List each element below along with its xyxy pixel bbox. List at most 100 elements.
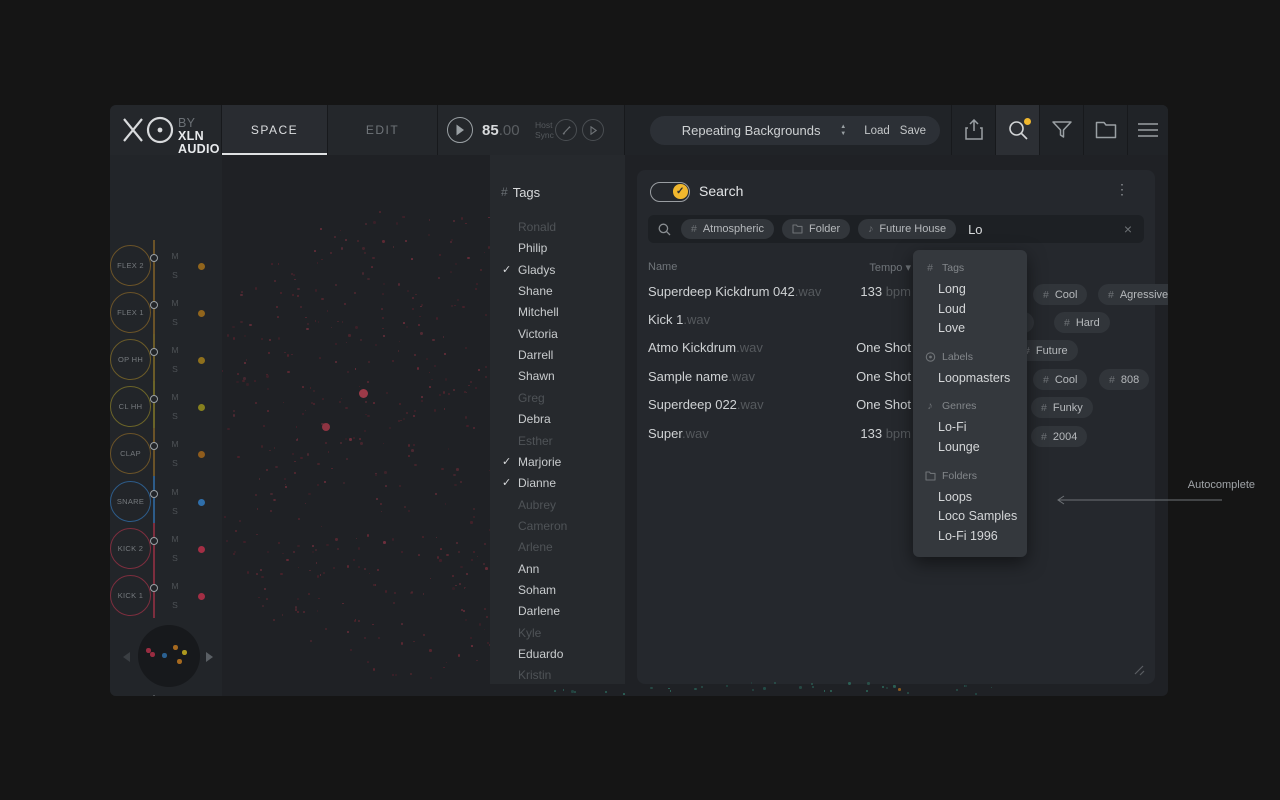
channel-fader-knob[interactable] [150, 537, 158, 545]
tap-tempo-button[interactable] [555, 119, 577, 141]
mute-button[interactable]: M [170, 392, 180, 402]
clear-search-button[interactable]: × [1124, 221, 1132, 237]
autocomplete-item-lo-fi-1996[interactable]: Lo-Fi 1996 [913, 527, 1027, 547]
result-row[interactable]: Super.wav133 bpm#2004 [637, 426, 1155, 447]
mute-button[interactable]: M [170, 251, 180, 261]
browser-button[interactable] [1084, 105, 1128, 155]
autocomplete-item-loud[interactable]: Loud [913, 300, 1027, 320]
result-tag-chip-cool[interactable]: #Cool [1033, 284, 1087, 305]
channel-fader-track[interactable] [153, 476, 155, 524]
result-row[interactable]: Superdeep Kickdrum 042.wav133 bpm#Cool#A… [637, 284, 1155, 305]
tag-list-item-mitchell[interactable]: Mitchell [490, 302, 625, 323]
mute-button[interactable]: M [170, 534, 180, 544]
tag-list-item-shane[interactable]: Shane [490, 281, 625, 302]
tab-edit[interactable]: EDIT [328, 105, 438, 155]
channel-fader-track[interactable] [153, 287, 155, 335]
autocomplete-item-lo-fi[interactable]: Lo-Fi [913, 418, 1027, 438]
channel-fader-knob[interactable] [150, 490, 158, 498]
out-fader-track[interactable] [153, 695, 155, 696]
minimap-next-arrow[interactable] [206, 652, 213, 662]
tag-list-item-eduardo[interactable]: Eduardo [490, 644, 625, 665]
tag-list-item-dianne[interactable]: ✓Dianne [490, 473, 625, 494]
filter-button[interactable] [1040, 105, 1084, 155]
solo-button[interactable]: S [170, 458, 180, 468]
tag-list-item-debra[interactable]: Debra [490, 409, 625, 430]
tag-list-item-ronald[interactable]: Ronald [490, 217, 625, 238]
channel-fader-knob[interactable] [150, 254, 158, 262]
tag-list-item-darrell[interactable]: Darrell [490, 345, 625, 366]
tag-list-item-shawn[interactable]: Shawn [490, 366, 625, 387]
host-sync-toggle[interactable]: HostSync [535, 120, 554, 140]
solo-button[interactable]: S [170, 506, 180, 516]
channel-fader-knob[interactable] [150, 584, 158, 592]
solo-button[interactable]: S [170, 364, 180, 374]
result-row[interactable]: Kick 1.wav#Swag#Hard [637, 312, 1155, 333]
tag-list-item-ann[interactable]: Ann [490, 559, 625, 580]
spinner-down-icon[interactable]: ▼ [840, 131, 846, 138]
autocomplete-item-lounge[interactable]: Lounge [913, 438, 1027, 458]
solo-button[interactable]: S [170, 317, 180, 327]
result-tag-chip-2004[interactable]: #2004 [1031, 426, 1087, 447]
autocomplete-item-long[interactable]: Long [913, 280, 1027, 300]
filter-chip-atmospheric[interactable]: #Atmospheric [681, 219, 774, 239]
autocomplete-item-loco-samples[interactable]: Loco Samples [913, 507, 1027, 527]
channel-fader-knob[interactable] [150, 348, 158, 356]
load-button[interactable]: Load [864, 125, 890, 137]
selected-sample-dot[interactable] [359, 389, 368, 398]
mute-button[interactable]: M [170, 581, 180, 591]
column-header-tempo[interactable]: Tempo ▾ [811, 261, 911, 274]
preset-spinner[interactable]: ▲ ▼ [840, 124, 846, 138]
result-tag-chip-agressive[interactable]: #Agressive [1098, 284, 1168, 305]
tag-list-item-gladys[interactable]: ✓Gladys [490, 260, 625, 281]
mute-button[interactable]: M [170, 298, 180, 308]
search-input[interactable]: #AtmosphericFolder♪Future House Lo × [648, 215, 1144, 243]
solo-button[interactable]: S [170, 600, 180, 610]
preset-selector[interactable]: Repeating Backgrounds ▲ ▼ Load Save [650, 116, 940, 145]
tag-list-item-greg[interactable]: Greg [490, 388, 625, 409]
result-tag-chip-808[interactable]: #808 [1099, 369, 1149, 390]
save-button[interactable]: Save [900, 125, 926, 137]
result-tag-chip-funky[interactable]: #Funky [1031, 397, 1093, 418]
filter-chip-future-house[interactable]: ♪Future House [858, 219, 956, 239]
channel-fader-knob[interactable] [150, 301, 158, 309]
panel-menu-button[interactable]: ⋮ [1115, 181, 1129, 198]
menu-button[interactable] [1128, 105, 1168, 155]
preview-play-button[interactable] [582, 119, 604, 141]
tag-list-item-esther[interactable]: Esther [490, 431, 625, 452]
selected-sample-dot[interactable] [322, 423, 330, 431]
tag-list-item-philip[interactable]: Philip [490, 238, 625, 259]
result-tag-chip-hard[interactable]: #Hard [1054, 312, 1110, 333]
solo-button[interactable]: S [170, 270, 180, 280]
mute-button[interactable]: M [170, 487, 180, 497]
search-button[interactable] [996, 105, 1040, 155]
mute-button[interactable]: M [170, 345, 180, 355]
tag-list-item-arlene[interactable]: Arlene [490, 537, 625, 558]
channel-fader-track[interactable] [153, 570, 155, 618]
solo-button[interactable]: S [170, 553, 180, 563]
channel-fader-track[interactable] [153, 240, 155, 288]
tab-space[interactable]: SPACE [222, 105, 328, 155]
tag-list-item-aubrey[interactable]: Aubrey [490, 495, 625, 516]
minimap-prev-arrow[interactable] [123, 652, 130, 662]
result-row[interactable]: Sample name.wavOne Shot#Cool#808 [637, 369, 1155, 390]
autocomplete-item-loops[interactable]: Loops [913, 488, 1027, 508]
export-button[interactable] [952, 105, 996, 155]
autocomplete-item-love[interactable]: Love [913, 319, 1027, 339]
tag-list-item-marjorie[interactable]: ✓Marjorie [490, 452, 625, 473]
search-toggle[interactable]: ✓ [650, 182, 690, 202]
bpm-display[interactable]: 85.00 [482, 122, 520, 139]
filter-chip-folder[interactable]: Folder [782, 219, 850, 239]
spinner-up-icon[interactable]: ▲ [840, 124, 846, 131]
panel-resize-handle[interactable] [1131, 662, 1147, 678]
mute-button[interactable]: M [170, 439, 180, 449]
channel-fader-track[interactable] [153, 334, 155, 382]
tag-list-item-kyle[interactable]: Kyle [490, 623, 625, 644]
space-minimap[interactable] [138, 625, 200, 687]
channel-fader-track[interactable] [153, 523, 155, 571]
tag-list-item-soham[interactable]: Soham [490, 580, 625, 601]
channel-fader-track[interactable] [153, 428, 155, 476]
result-row[interactable]: Superdeep 022.wavOne Shot#Funky [637, 397, 1155, 418]
result-row[interactable]: Atmo Kickdrum.wavOne Shot#Future [637, 340, 1155, 361]
tag-list-item-darlene[interactable]: Darlene [490, 601, 625, 622]
play-button[interactable] [447, 117, 473, 143]
